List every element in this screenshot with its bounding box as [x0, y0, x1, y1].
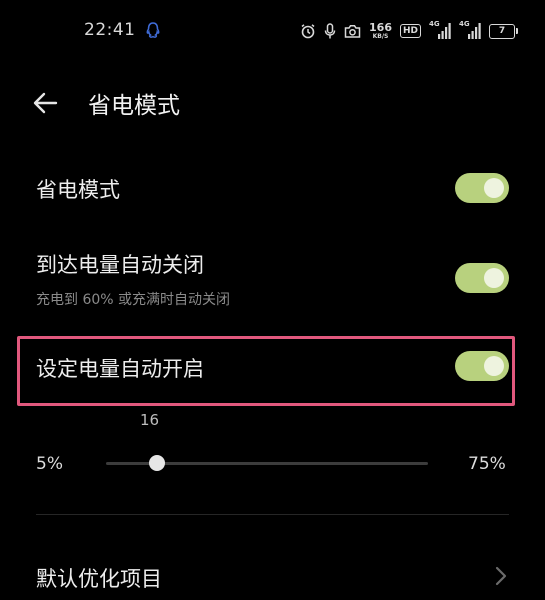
slider-min-label: 5%	[36, 454, 63, 474]
battery-icon: 7	[489, 23, 518, 39]
page-header: 省电模式	[0, 78, 545, 128]
signal-icon: 4G	[429, 20, 451, 40]
back-arrow-icon[interactable]	[30, 90, 64, 116]
slider-thumb[interactable]	[148, 455, 165, 471]
net-speed: 166 KB/S	[369, 22, 392, 40]
auto-enable-label: 设定电量自动开启	[36, 357, 204, 381]
power-saving-label: 省电模式	[36, 178, 120, 202]
qq-icon	[146, 22, 160, 38]
signal-tag: 4G	[429, 20, 440, 28]
auto-close-toggle[interactable]	[455, 263, 509, 293]
mic-icon	[324, 22, 336, 38]
camera-icon	[344, 24, 361, 38]
hd-badge: HD	[399, 24, 421, 38]
chevron-right-icon[interactable]	[494, 565, 508, 587]
battery-threshold-slider[interactable]	[106, 455, 428, 471]
auto-close-label: 到达电量自动关闭	[36, 253, 204, 277]
net-speed-value: 166	[369, 21, 392, 34]
page-title: 省电模式	[88, 93, 180, 119]
alarm-icon	[301, 24, 315, 39]
slider-max-label: 75%	[468, 454, 506, 474]
slider-value-label: 16	[140, 411, 160, 429]
signal-tag: 4G	[459, 20, 470, 28]
auto-enable-toggle[interactable]	[455, 351, 509, 381]
toggle-knob	[484, 178, 504, 198]
power-saving-toggle[interactable]	[455, 173, 509, 203]
default-optimization-label: 默认优化项目	[36, 567, 162, 591]
net-speed-unit: KB/S	[372, 33, 389, 40]
status-bar: 22:41 166 KB/S HD 4G 4G 7	[0, 0, 545, 64]
battery-level: 7	[498, 25, 506, 36]
battery-tip	[516, 27, 518, 34]
status-icons: 166 KB/S HD 4G 4G 7	[300, 17, 518, 45]
toggle-knob	[484, 268, 504, 288]
signal-icon: 4G	[459, 20, 481, 40]
auto-close-sublabel: 充电到 60% 或充满时自动关闭	[36, 292, 231, 308]
divider	[36, 514, 509, 515]
toggle-knob	[484, 356, 504, 376]
status-time: 22:41	[84, 20, 136, 40]
